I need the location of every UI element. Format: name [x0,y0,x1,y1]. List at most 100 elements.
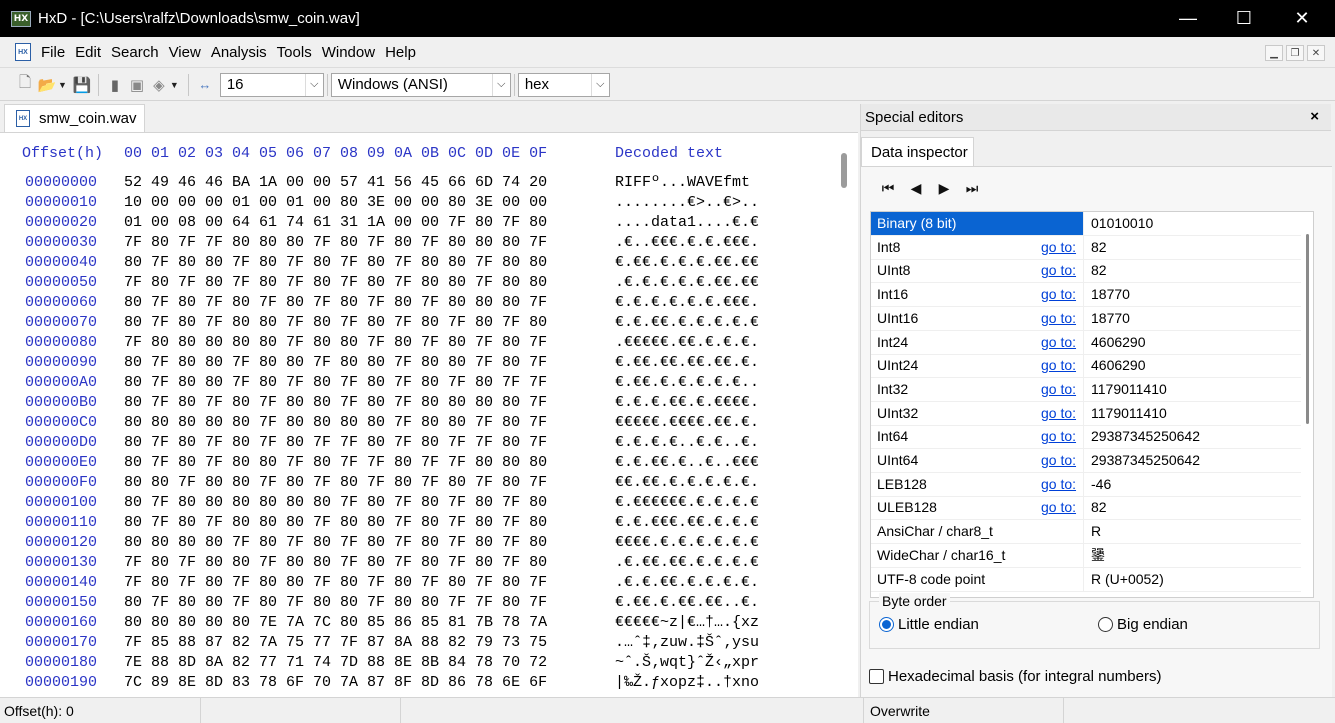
inspector-value[interactable]: R (U+0052) [1091,568,1164,591]
inspector-row[interactable]: UInt32 go to: 1179011410 [871,401,1301,426]
goto-link[interactable]: go to: [1041,449,1076,472]
inspector-value[interactable]: 82 [1091,259,1107,282]
row-bytes[interactable]: 80 7F 80 7F 80 80 7F 80 7F 7F 80 7F 7F 8… [124,453,547,473]
row-decoded-text[interactable]: ....data1....€.€ [615,213,759,233]
row-decoded-text[interactable]: .…ˆ‡‚zuw.‡Šˆ‚ysu [615,633,759,653]
inspector-row[interactable]: UInt16 go to: 18770 [871,306,1301,331]
inspector-value[interactable]: 29387345250642 [1091,425,1200,448]
row-bytes[interactable]: 80 7F 80 80 7F 80 80 7F 80 80 7F 80 80 7… [124,353,547,373]
inspector-value[interactable]: 82 [1091,496,1107,519]
document-icon[interactable]: HX [15,43,31,61]
row-decoded-text[interactable]: €€.€€.€.€.€.€.€. [615,473,759,493]
radio-selected-icon[interactable] [879,617,894,632]
hex-row[interactable]: 00000140 7F 80 7F 80 7F 80 80 7F 80 7F 80… [0,573,840,593]
inspector-value[interactable]: 1179011410 [1091,402,1167,425]
hex-row[interactable]: 00000040 80 7F 80 80 7F 80 7F 80 7F 80 7F… [0,253,840,273]
hex-row[interactable]: 00000190 7C 89 8E 8D 83 78 6F 70 7A 87 8F… [0,673,840,693]
hex-row[interactable]: 000000F0 80 80 7F 80 80 7F 80 7F 80 7F 80… [0,473,840,493]
row-decoded-text[interactable]: ........€>..€>.. [615,193,759,213]
inspector-value[interactable]: 82 [1091,236,1107,259]
inspector-row[interactable]: ULEB128 go to: 82 [871,496,1301,521]
goto-link[interactable]: go to: [1041,259,1076,282]
hex-row[interactable]: 000000E0 80 7F 80 7F 80 80 7F 80 7F 7F 80… [0,453,840,473]
inspector-row[interactable]: Int8 go to: 82 [871,235,1301,260]
goto-link[interactable]: go to: [1041,283,1076,306]
menu-analysis[interactable]: Analysis [211,44,267,61]
hex-scrollbar[interactable] [841,153,847,188]
inspector-value[interactable]: -46 [1091,473,1111,496]
row-decoded-text[interactable]: .€.€€.€€.€.€.€.€ [615,553,759,573]
row-decoded-text[interactable]: ~ˆ.Š‚wqt}ˆŽ‹„xpr [615,653,759,673]
row-decoded-text[interactable]: .€€€€€.€€.€.€.€. [615,333,759,353]
inspector-row[interactable]: Binary (8 bit) 01010010 [871,212,1301,236]
row-bytes[interactable]: 10 00 00 00 01 00 01 00 80 3E 00 00 80 3… [124,193,547,213]
goto-link[interactable]: go to: [1041,402,1076,425]
row-decoded-text[interactable]: €.€€.€.€€.€€..€. [615,593,759,613]
inspector-row[interactable]: WideChar / char16_t 䥒 [871,543,1301,568]
offset-base-select[interactable]: hex ⌵ [517,72,610,97]
goto-link[interactable]: go to: [1041,425,1076,448]
row-bytes[interactable]: 80 7F 80 7F 80 7F 80 7F 7F 80 7F 80 7F 7… [124,433,547,453]
row-bytes[interactable]: 7F 80 7F 80 7F 80 80 7F 80 7F 80 7F 80 7… [124,573,547,593]
menu-window[interactable]: Window [322,44,375,61]
close-button[interactable]: ✕ [1273,0,1331,37]
hex-row[interactable]: 00000180 7E 88 8D 8A 82 77 71 74 7D 88 8E… [0,653,840,673]
open-disk-image-icon[interactable]: ◈ [148,74,170,96]
inspector-row[interactable]: UInt64 go to: 29387345250642 [871,449,1301,473]
inspector-row[interactable]: Int64 go to: 29387345250642 [871,425,1301,450]
inspector-value[interactable]: 1179011410 [1091,378,1167,401]
mdi-restore-icon[interactable]: ❐ [1286,45,1304,61]
hex-row[interactable]: 00000010 10 00 00 00 01 00 01 00 80 3E 00… [0,193,840,213]
row-decoded-text[interactable]: .€.€.€€.€.€.€.€. [615,573,759,593]
previous-icon[interactable]: ◀ [902,177,930,199]
row-bytes[interactable]: 80 80 80 80 80 7F 80 80 80 80 7F 80 80 7… [124,413,547,433]
menu-file[interactable]: File [41,44,65,61]
inspector-row[interactable]: UInt8 go to: 82 [871,259,1301,284]
inspector-value[interactable]: R [1091,520,1101,543]
hex-row[interactable]: 00000060 80 7F 80 7F 80 7F 80 7F 80 7F 80… [0,293,840,313]
hex-row[interactable]: 00000020 01 00 08 00 64 61 74 61 31 1A 00… [0,213,840,233]
goto-link[interactable]: go to: [1041,236,1076,259]
inspector-value[interactable]: 18770 [1091,283,1130,306]
last-icon[interactable]: ⏭ [958,177,986,199]
row-bytes[interactable]: 01 00 08 00 64 61 74 61 31 1A 00 00 7F 8… [124,213,547,233]
goto-link[interactable]: go to: [1041,307,1076,330]
row-bytes[interactable]: 7F 80 7F 80 80 7F 80 80 7F 80 7F 80 7F 8… [124,553,547,573]
open-ram-icon[interactable]: ▣ [126,74,148,96]
hex-row[interactable]: 00000090 80 7F 80 80 7F 80 80 7F 80 80 7F… [0,353,840,373]
hex-row[interactable]: 00000070 80 7F 80 7F 80 80 7F 80 7F 80 7F… [0,313,840,333]
row-decoded-text[interactable]: €.€.€.€..€.€..€. [615,433,759,453]
hex-row[interactable]: 00000050 7F 80 7F 80 7F 80 7F 80 7F 80 7F… [0,273,840,293]
row-decoded-text[interactable]: €.€.€.€.€.€.€€€. [615,293,759,313]
inspector-row[interactable]: UTF-8 code point R (U+0052) [871,567,1301,592]
row-bytes[interactable]: 7C 89 8E 8D 83 78 6F 70 7A 87 8F 8D 86 7… [124,673,547,693]
tab-smw-coin[interactable]: HX smw_coin.wav [4,104,145,132]
new-file-icon[interactable]: 🗋 [14,74,36,96]
menu-search[interactable]: Search [111,44,159,61]
row-decoded-text[interactable]: €€€€.€.€.€.€.€.€ [615,533,759,553]
first-icon[interactable]: ⏮ [874,177,902,199]
inspector-scrollbar[interactable] [1306,234,1309,424]
row-bytes[interactable]: 7F 80 80 80 80 80 7F 80 80 7F 80 7F 80 7… [124,333,547,353]
row-bytes[interactable]: 80 7F 80 7F 80 80 7F 80 7F 80 7F 80 7F 8… [124,313,547,333]
inspector-row[interactable]: Int24 go to: 4606290 [871,330,1301,355]
row-bytes[interactable]: 80 7F 80 7F 80 80 80 7F 80 80 7F 80 7F 8… [124,513,547,533]
inspector-row[interactable]: Int32 go to: 1179011410 [871,377,1301,402]
hex-row[interactable]: 00000170 7F 85 88 87 82 7A 75 77 7F 87 8A… [0,633,840,653]
row-bytes[interactable]: 80 7F 80 7F 80 7F 80 7F 80 7F 80 7F 80 8… [124,293,547,313]
menu-edit[interactable]: Edit [75,44,101,61]
row-bytes[interactable]: 80 80 7F 80 80 7F 80 7F 80 7F 80 7F 80 7… [124,473,547,493]
little-endian-radio[interactable]: Little endian [879,616,979,633]
minimize-button[interactable]: — [1159,0,1217,37]
inspector-value[interactable]: 4606290 [1091,331,1146,354]
hex-row[interactable]: 000000A0 80 7F 80 80 7F 80 7F 80 7F 80 7F… [0,373,840,393]
hex-row[interactable]: 000000C0 80 80 80 80 80 7F 80 80 80 80 7F… [0,413,840,433]
row-decoded-text[interactable]: .€..€€€.€.€.€€€. [615,233,759,253]
chevron-down-icon[interactable]: ⌵ [590,73,609,96]
hex-row[interactable]: 00000120 80 80 80 80 7F 80 7F 80 7F 80 7F… [0,533,840,553]
inspector-row[interactable]: LEB128 go to: -46 [871,472,1301,497]
close-panel-icon[interactable]: × [1310,108,1319,125]
hex-row[interactable]: 00000150 80 7F 80 80 7F 80 7F 80 80 7F 80… [0,593,840,613]
inspector-value[interactable]: 䥒 [1091,544,1105,567]
row-decoded-text[interactable]: €.€€.€.€.€.€€.€€ [615,253,759,273]
